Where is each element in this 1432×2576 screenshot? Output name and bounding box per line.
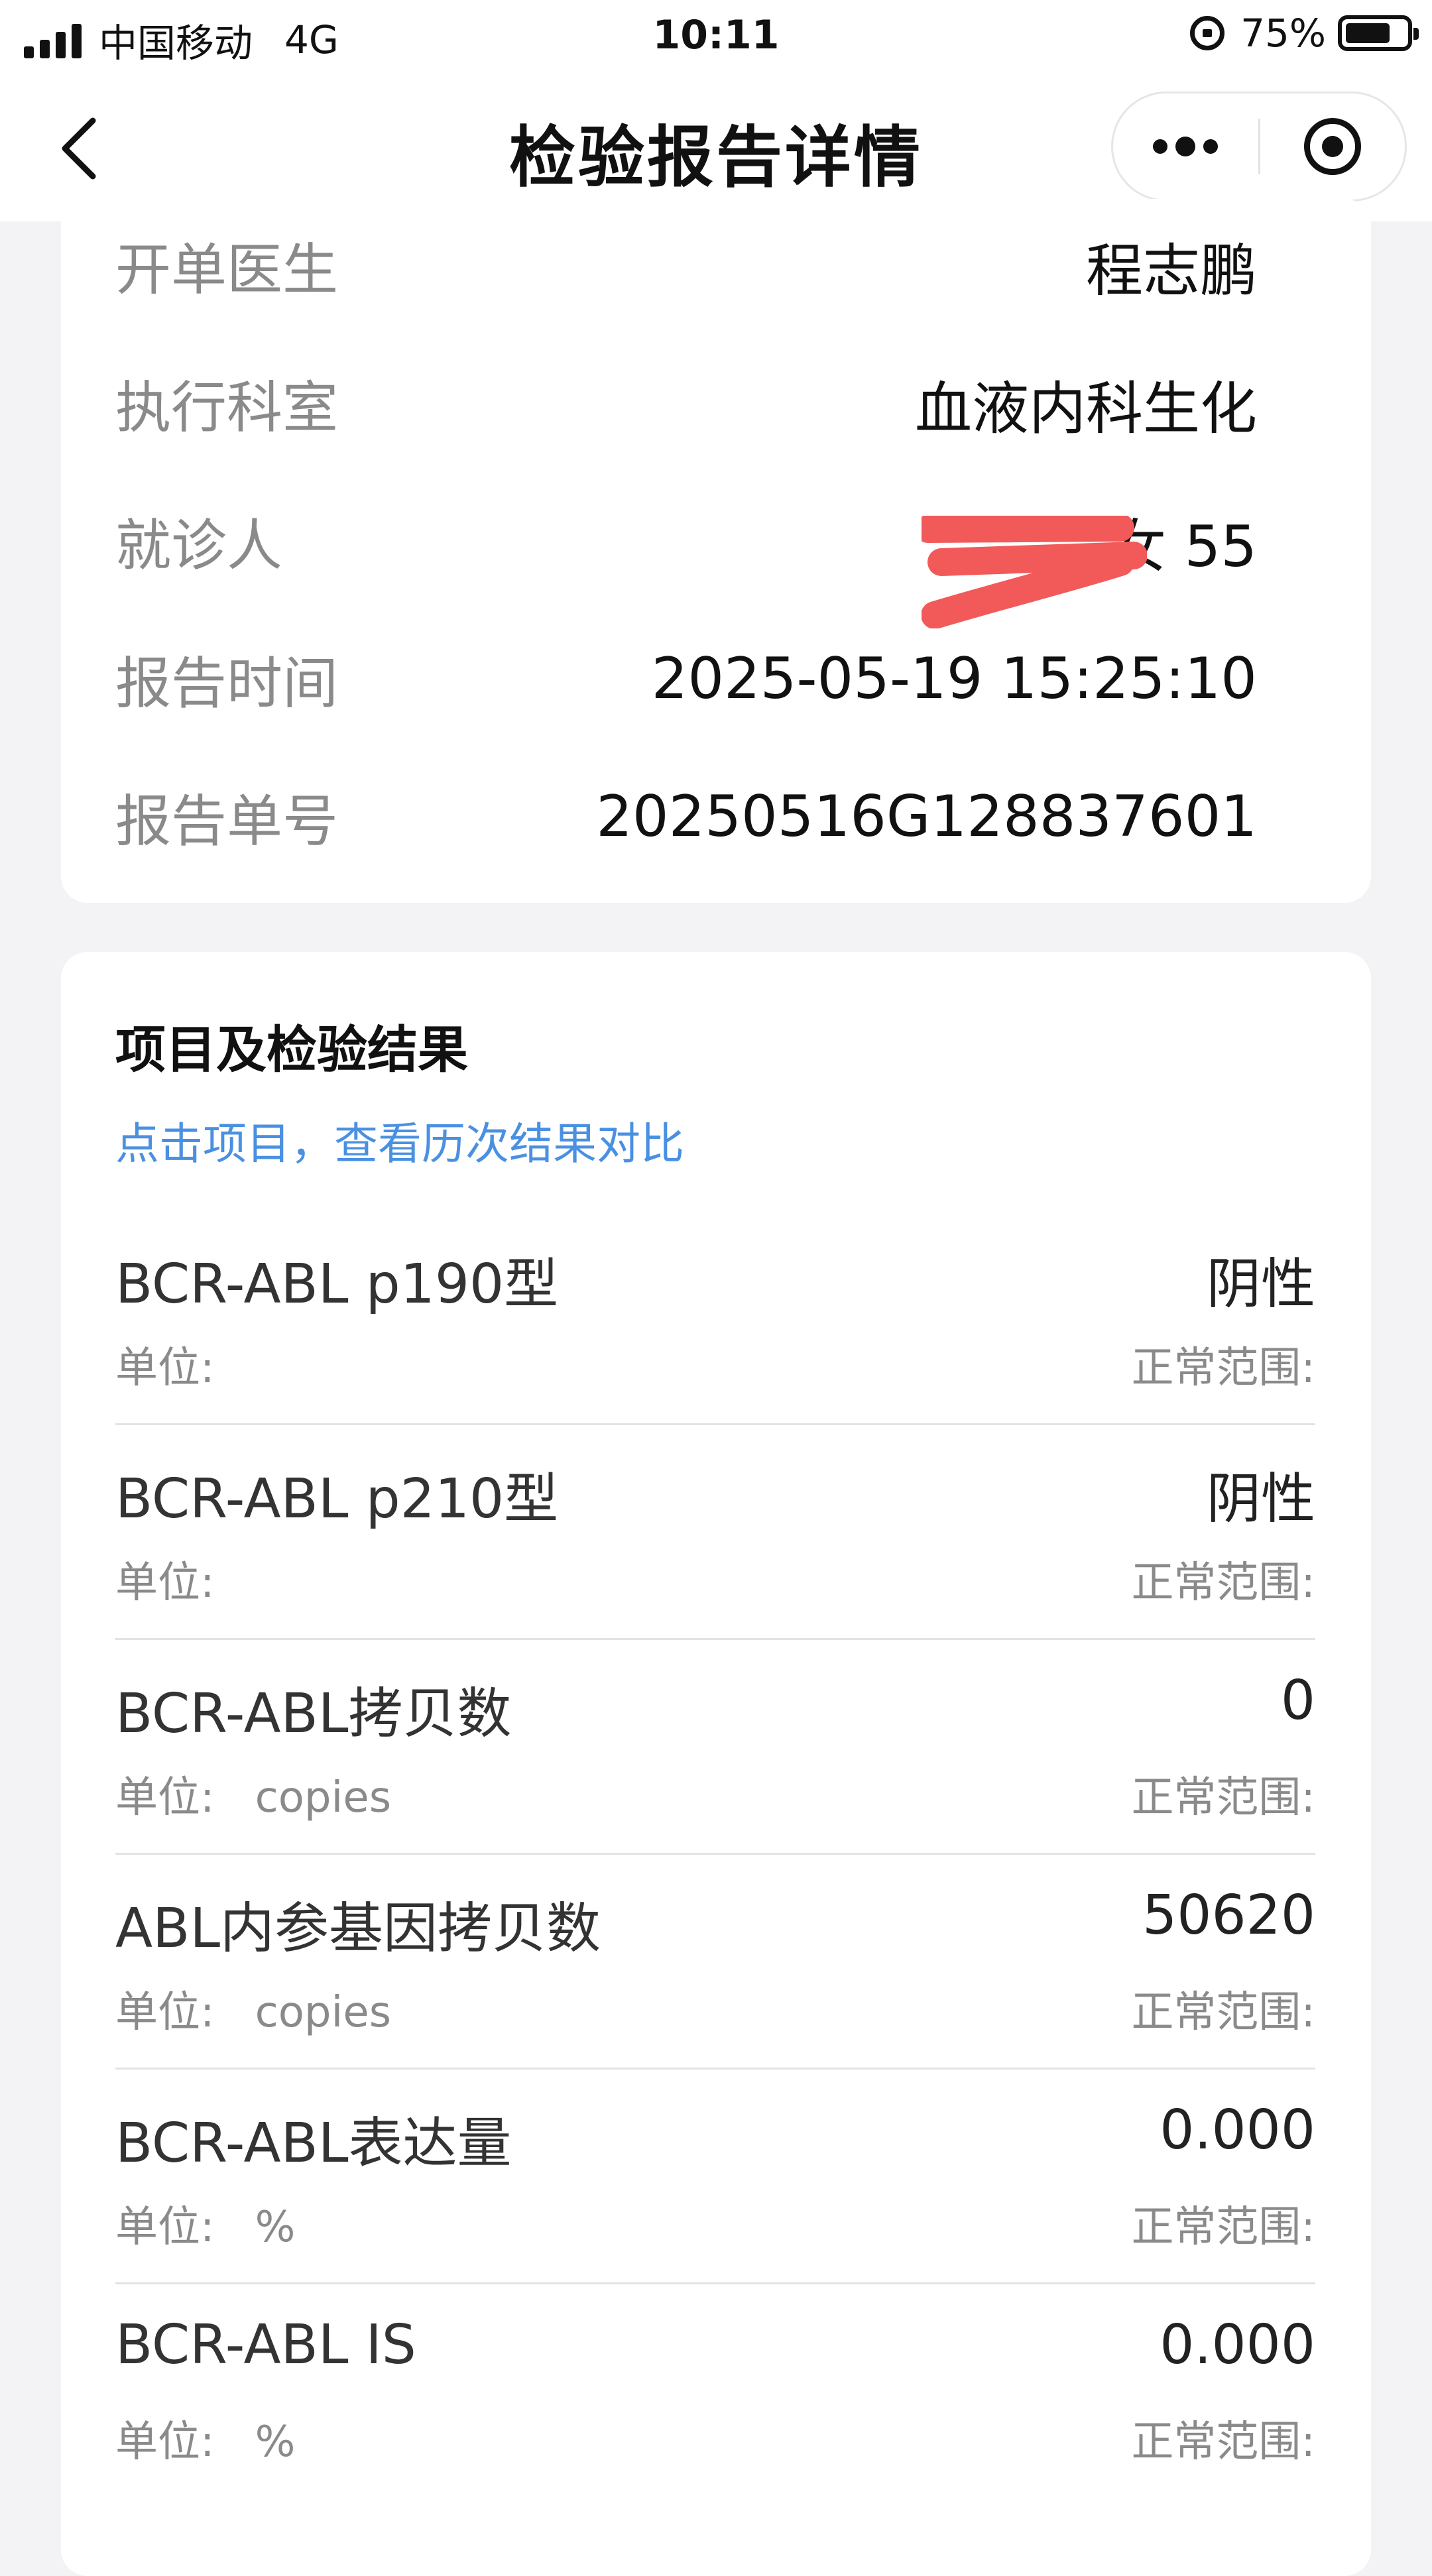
result-item[interactable]: BCR-ABL表达量 0.000 单位: % 正常范围: [115, 2070, 1315, 2284]
target-icon [1303, 118, 1361, 175]
battery-percent: 75% [1240, 11, 1326, 56]
result-name: BCR-ABL表达量 [115, 2112, 512, 2175]
result-unit: 单位: % [115, 2418, 296, 2467]
info-row-report-time: 报告时间 2025-05-19 15:25:10 [115, 639, 1257, 719]
result-name: BCR-ABL IS [115, 2313, 416, 2376]
result-range: 正常范围: [1131, 1773, 1315, 1822]
rotation-lock-icon [1190, 16, 1225, 50]
report-info-card: 开单医生 程志鹏 执行科室 血液内科生化 就诊人 女 55 报告时间 2025-… [61, 199, 1371, 903]
result-unit: 单位: copies [115, 1773, 392, 1822]
result-range: 正常范围: [1131, 1988, 1315, 2037]
result-item[interactable]: ABL内参基因拷贝数 50620 单位: copies 正常范围: [115, 1855, 1315, 2070]
result-range: 正常范围: [1131, 2418, 1315, 2467]
battery-icon [1338, 15, 1419, 51]
result-value: 0.000 [1160, 2099, 1315, 2162]
info-value: 血液内科生化 [915, 375, 1257, 442]
result-value: 0.000 [1160, 2313, 1315, 2376]
result-unit: 单位: [115, 1558, 215, 1608]
info-row-report-number: 报告单号 20250516G128837601 [115, 777, 1257, 856]
result-value: 50620 [1142, 1884, 1315, 1947]
result-unit: 单位: % [115, 2203, 296, 2252]
info-value: 2025-05-19 15:25:10 [651, 646, 1257, 712]
results-card: 项目及检验结果 点击项目，查看历次结果对比 BCR-ABL p190型 阴性 单… [61, 952, 1371, 2576]
info-row-doctor: 开单医生 程志鹏 [115, 225, 1257, 305]
result-unit: 单位: [115, 1344, 215, 1393]
section-title: 项目及检验结果 [115, 1020, 468, 1079]
result-name: ABL内参基因拷贝数 [115, 1897, 601, 1960]
result-value: 0 [1280, 1669, 1315, 1732]
info-value: 程志鹏 [1086, 237, 1257, 304]
result-name: BCR-ABL拷贝数 [115, 1682, 512, 1745]
result-range: 正常范围: [1131, 1558, 1315, 1608]
info-label: 执行科室 [115, 375, 339, 440]
result-value: 阴性 [1206, 1253, 1315, 1316]
redaction-scribble [922, 516, 1147, 628]
result-item[interactable]: BCR-ABL拷贝数 0 单位: copies 正常范围: [115, 1640, 1315, 1855]
compare-hint-link[interactable]: 点击项目，查看历次结果对比 [115, 1108, 684, 1172]
more-icon [1153, 137, 1219, 156]
mini-program-capsule [1111, 91, 1407, 202]
result-range: 正常范围: [1131, 1344, 1315, 1393]
info-label: 报告时间 [115, 650, 339, 716]
result-item[interactable]: BCR-ABL p210型 阴性 单位: 正常范围: [115, 1425, 1315, 1640]
info-label: 报告单号 [115, 788, 339, 854]
result-name: BCR-ABL p190型 [115, 1253, 559, 1316]
result-item[interactable]: BCR-ABL IS 0.000 单位: % 正常范围: [115, 2284, 1315, 2499]
info-label: 开单医生 [115, 237, 339, 302]
info-row-department: 执行科室 血液内科生化 [115, 363, 1257, 443]
result-range: 正常范围: [1131, 2203, 1315, 2252]
result-value: 阴性 [1206, 1468, 1315, 1531]
info-value: 20250516G128837601 [596, 784, 1257, 850]
result-unit: 单位: copies [115, 1988, 392, 2037]
result-item[interactable]: BCR-ABL p190型 阴性 单位: 正常范围: [115, 1210, 1315, 1425]
close-program-button[interactable] [1260, 93, 1405, 200]
more-button[interactable] [1113, 93, 1258, 200]
battery-level [1346, 23, 1390, 43]
status-bar-right: 75% [1190, 11, 1419, 56]
result-name: BCR-ABL p210型 [115, 1468, 559, 1531]
status-bar: 中国移动 4G 10:11 75% [0, 0, 1432, 74]
info-label: 就诊人 [115, 512, 283, 578]
